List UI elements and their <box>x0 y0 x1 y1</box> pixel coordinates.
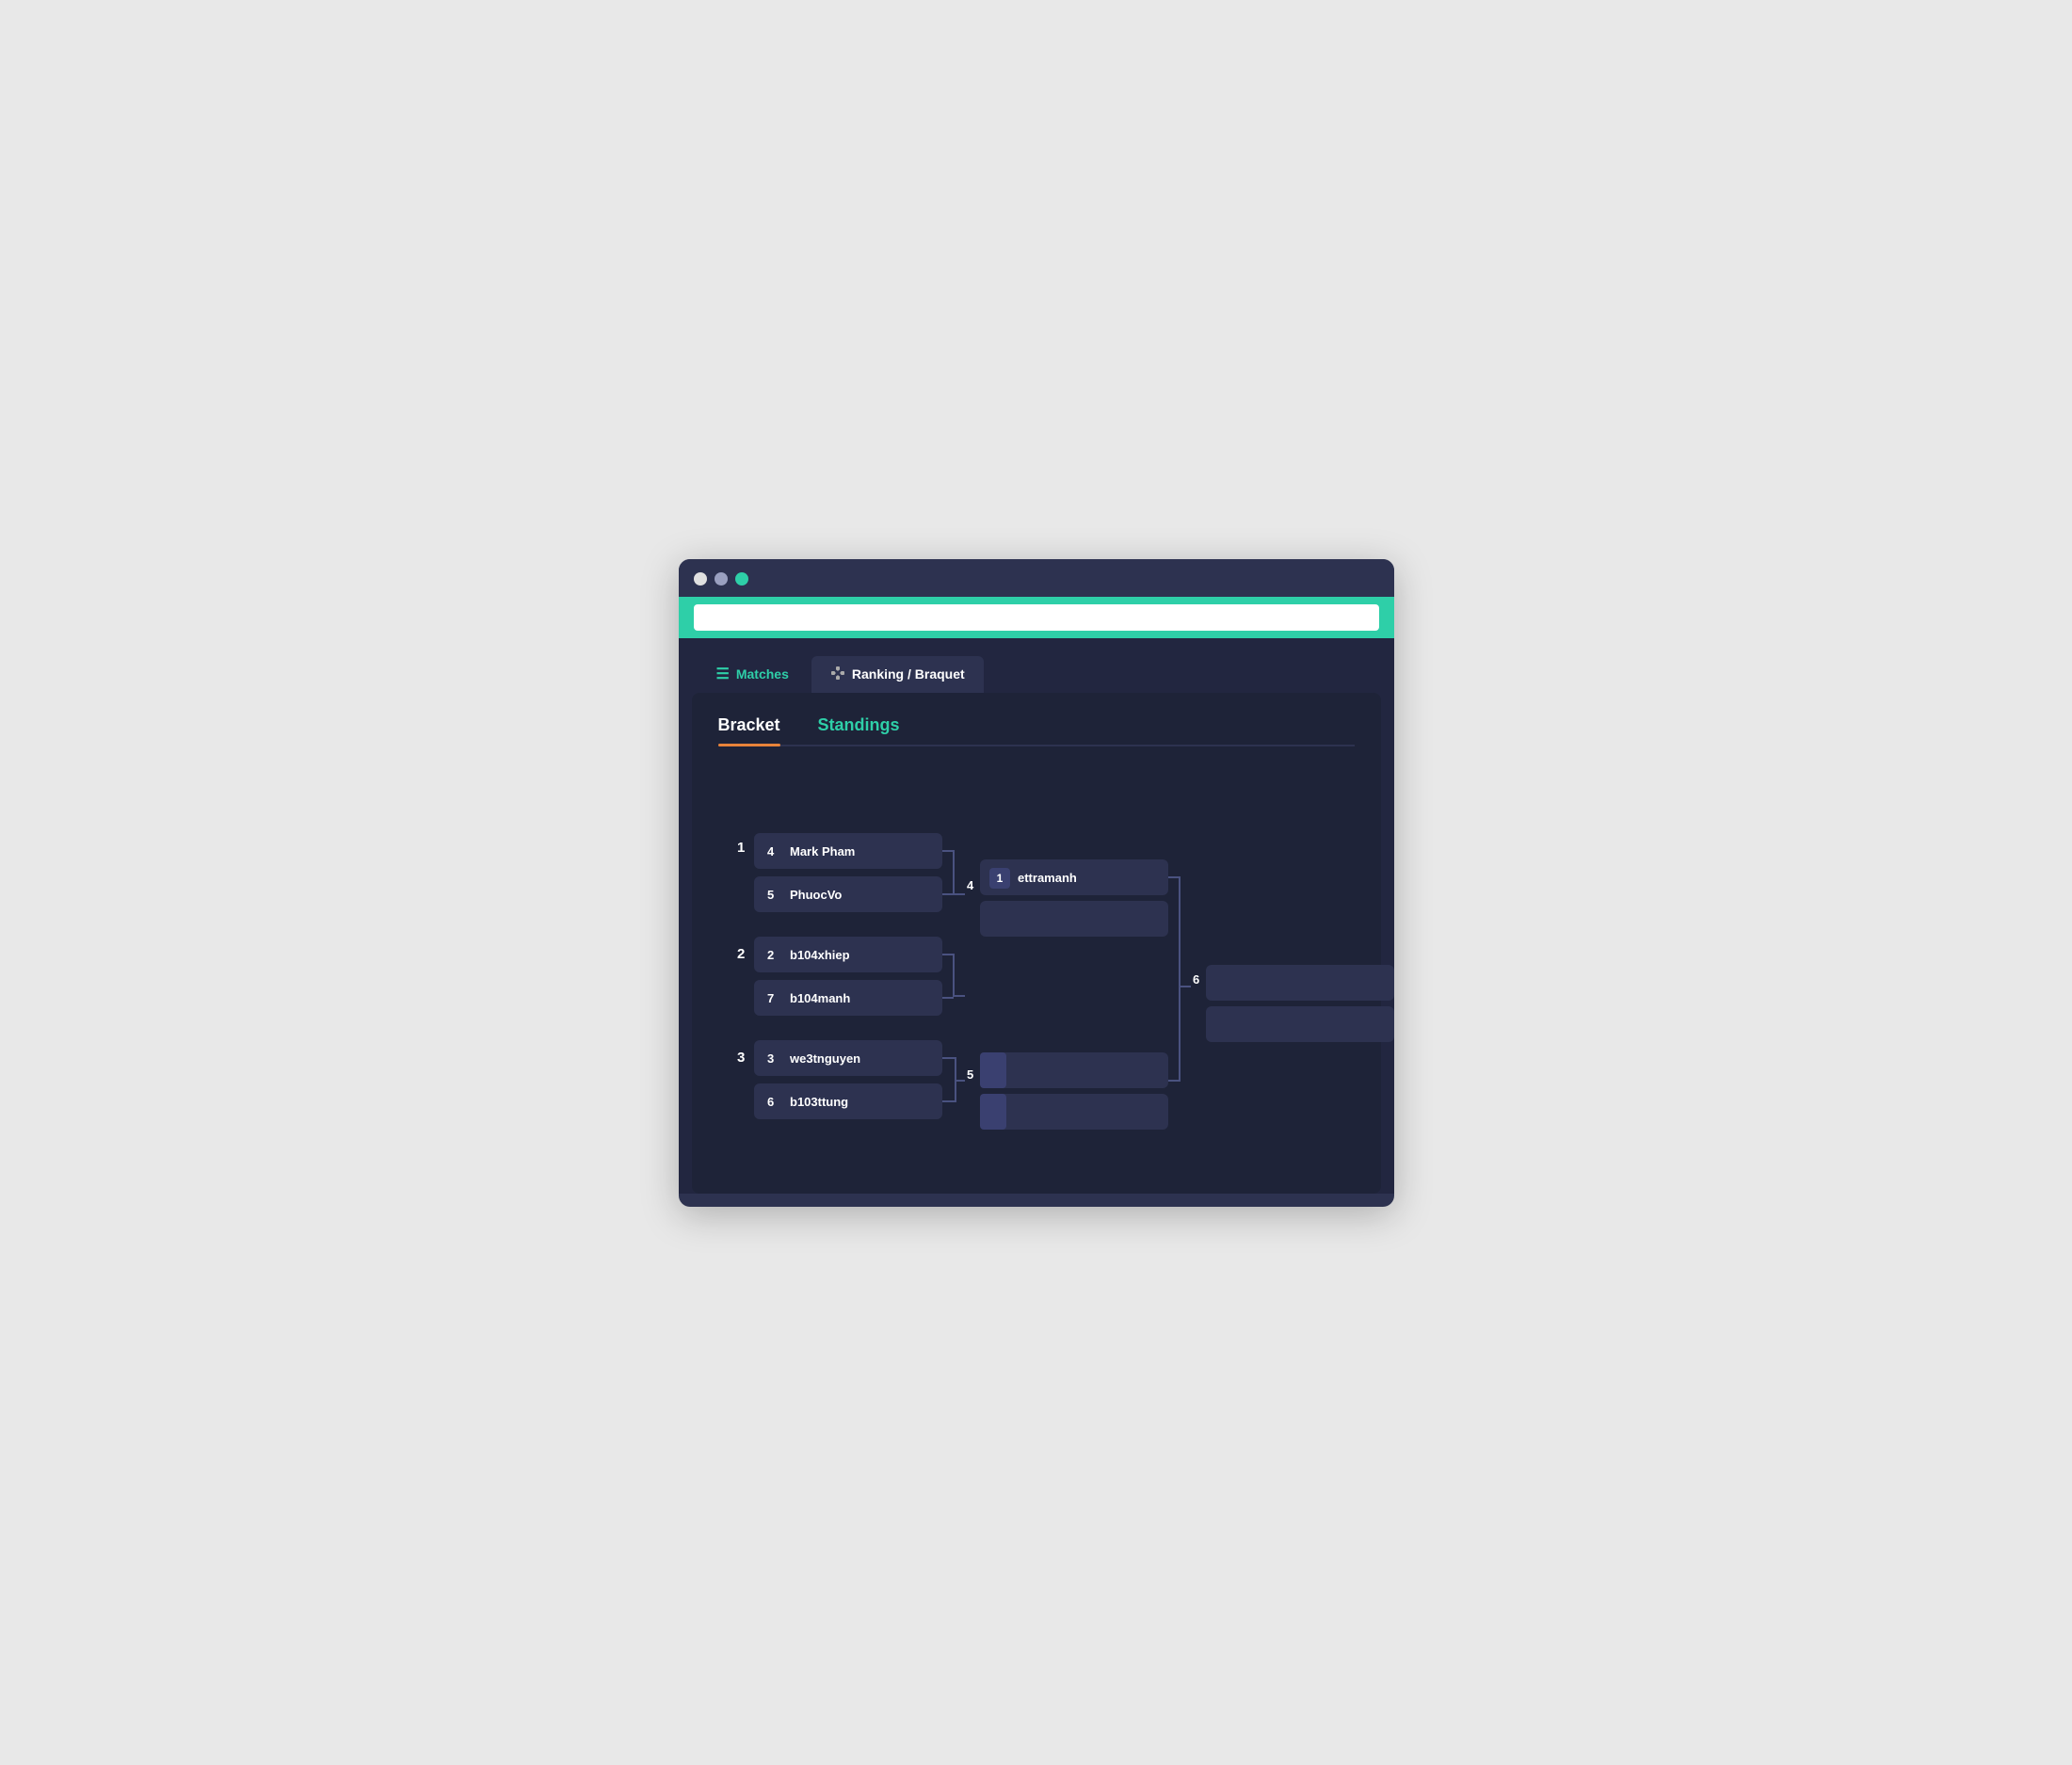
seed-6-num: 6 <box>767 1095 774 1109</box>
browser-titlebar <box>679 559 1394 638</box>
close-dot[interactable] <box>694 572 707 586</box>
connector-m5 <box>1168 987 1180 1081</box>
connector-m4 <box>1168 877 1191 987</box>
match5-seed-box2 <box>980 1094 1006 1130</box>
group1-label: 1 <box>737 840 745 856</box>
sub-tabs: Bracket Standings <box>718 715 1355 746</box>
list-icon: ☰ <box>716 665 730 683</box>
group2-label: 2 <box>737 946 745 962</box>
bracket-area: 1 4 Mark Pham 5 PhuocVo 2 2 b104xhiep <box>718 775 1355 1156</box>
group3-label: 3 <box>737 1050 745 1066</box>
main-tabs: ☰ Matches Ranking / Braque <box>679 638 1394 693</box>
seed-5-name: PhuocVo <box>790 888 842 902</box>
browser-content: ☰ Matches Ranking / Braque <box>679 638 1394 1194</box>
maximize-dot[interactable] <box>735 572 748 586</box>
seed-3-num: 3 <box>767 1051 774 1066</box>
match5-label: 5 <box>967 1067 973 1082</box>
subtab-bracket[interactable]: Bracket <box>718 715 780 745</box>
match6-slot2 <box>1206 1006 1394 1042</box>
connector-g3-bot <box>942 1081 956 1101</box>
match4-slot2 <box>980 901 1168 937</box>
tab-matches-label: Matches <box>736 666 789 682</box>
connector-g2-top <box>942 955 965 996</box>
bracket-svg: 1 4 Mark Pham 5 PhuocVo 2 2 b104xhiep <box>728 784 1349 1142</box>
tab-matches[interactable]: ☰ Matches <box>698 655 808 693</box>
match5-slot2 <box>980 1094 1168 1130</box>
tab-ranking-label: Ranking / Braquet <box>852 666 965 682</box>
seed-4-num: 4 <box>767 844 775 858</box>
match5-slot1 <box>980 1052 1168 1088</box>
urlbar-wrap <box>679 597 1394 638</box>
url-input[interactable] <box>694 604 1379 631</box>
seed-3-name: we3tnguyen <box>789 1051 860 1066</box>
minimize-dot[interactable] <box>715 572 728 586</box>
seed-7-name: b104manh <box>790 991 850 1005</box>
subtab-standings[interactable]: Standings <box>818 715 900 745</box>
match4-name: ettramanh <box>1018 871 1077 885</box>
subtab-standings-label: Standings <box>818 715 900 734</box>
seed-2-num: 2 <box>767 948 774 962</box>
match4-seed-num: 1 <box>996 872 1003 885</box>
browser-window: ☰ Matches Ranking / Braque <box>679 559 1394 1207</box>
connector-g3-top <box>942 1058 965 1081</box>
seed-6-name: b103ttung <box>790 1095 848 1109</box>
match5-seed-box1 <box>980 1052 1006 1088</box>
inner-panel: Bracket Standings 1 4 Mark Pham <box>692 693 1381 1194</box>
match6-label: 6 <box>1193 972 1199 987</box>
tab-ranking[interactable]: Ranking / Braquet <box>811 656 984 693</box>
window-controls <box>694 572 1379 586</box>
bracket-icon <box>830 666 845 683</box>
subtab-bracket-label: Bracket <box>718 715 780 734</box>
match4-label: 4 <box>967 878 974 892</box>
connector-g1-top <box>942 851 965 894</box>
seed-2-name: b104xhiep <box>790 948 850 962</box>
seed-7-num: 7 <box>767 991 774 1005</box>
seed-5-num: 5 <box>767 888 774 902</box>
seed-row-5 <box>754 876 942 912</box>
seed-4-name: Mark Pham <box>790 844 855 858</box>
match6-slot1 <box>1206 965 1394 1001</box>
